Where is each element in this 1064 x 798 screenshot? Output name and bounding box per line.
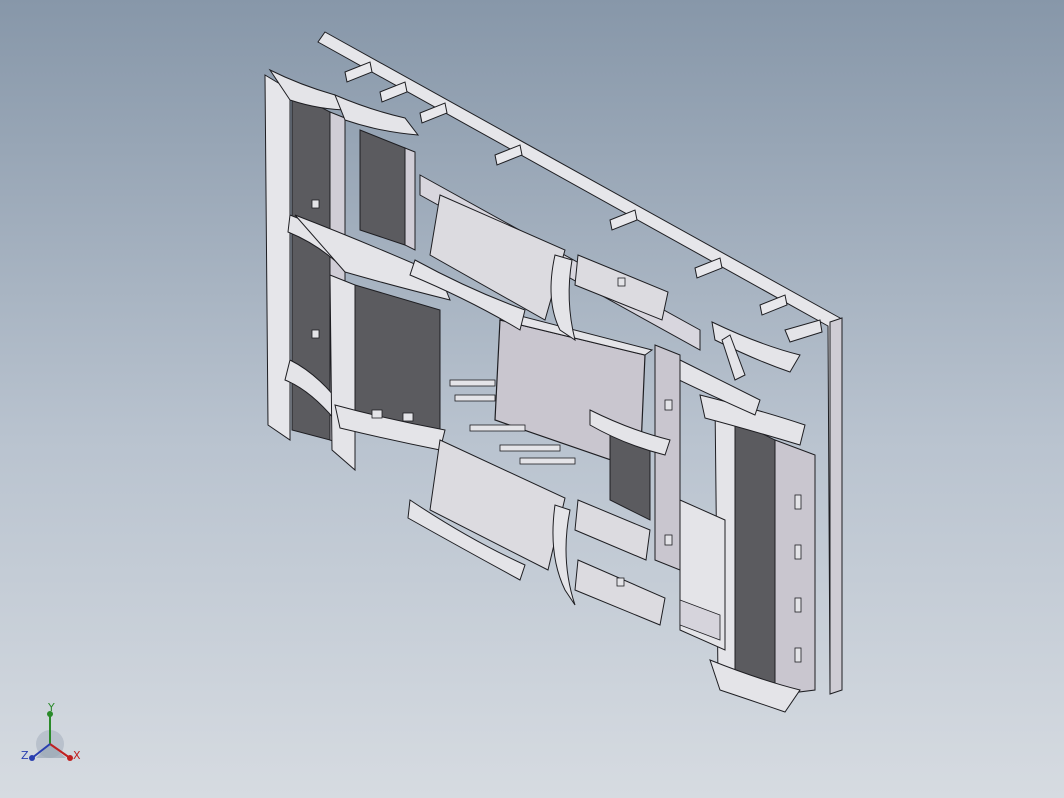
x-axis-label: X [73, 749, 81, 762]
3d-model-view[interactable] [0, 0, 1064, 798]
coordinate-triad: Y X Z [18, 700, 88, 774]
graphics-viewport[interactable]: Y X Z [0, 0, 1064, 798]
back-plate-edge [829, 317, 843, 695]
z-axis-label: Z [21, 749, 29, 762]
second-left-column [334, 94, 420, 251]
y-axis-label: Y [48, 701, 55, 714]
lower-center-brackets [574, 499, 666, 626]
upper-right-bracket [574, 254, 669, 321]
bottom-curved-panel [407, 439, 576, 606]
